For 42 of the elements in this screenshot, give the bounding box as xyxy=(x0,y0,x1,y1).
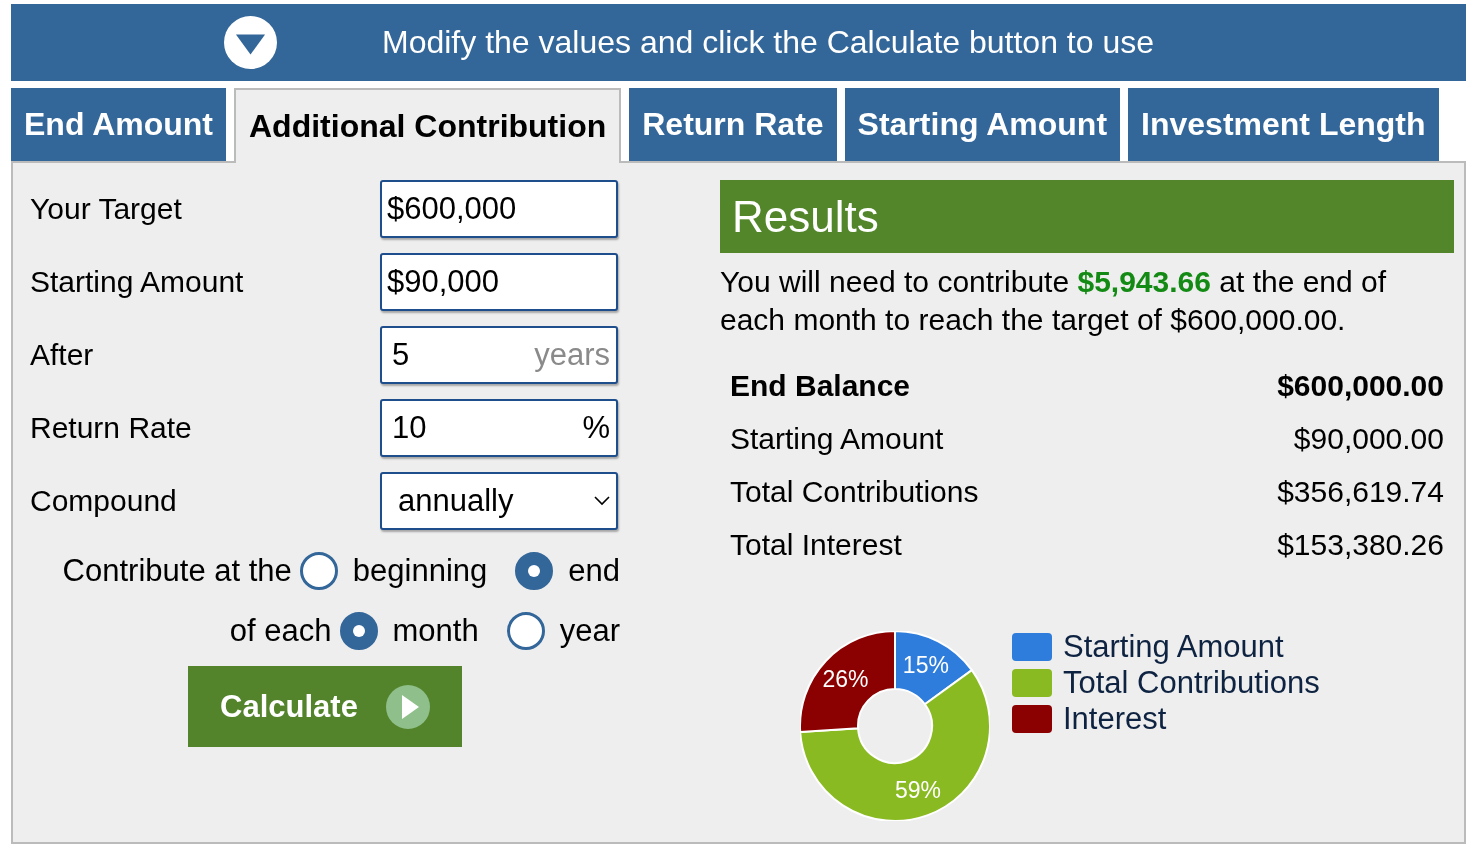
radio-option[interactable]: month xyxy=(339,612,479,650)
tab[interactable]: Starting Amount xyxy=(844,88,1121,161)
radio-option[interactable]: beginning xyxy=(299,552,488,590)
field-label: After xyxy=(30,338,95,372)
radio-option[interactable]: end xyxy=(515,552,620,590)
result-value: $153,380.26 xyxy=(1277,527,1444,562)
dropdown-toggle-icon xyxy=(224,16,277,69)
slice-label: 15% xyxy=(902,652,949,679)
radio-group-label: of each xyxy=(229,613,332,649)
tab[interactable]: Investment Length xyxy=(1128,88,1439,161)
result-value: $600,000.00 xyxy=(1277,368,1444,403)
tab[interactable]: End Amount xyxy=(11,88,226,161)
result-label: Starting Amount xyxy=(730,421,944,456)
slice-label: 26% xyxy=(822,666,869,693)
legend-label: Total Contributions xyxy=(1063,665,1320,701)
result-label: Total Interest xyxy=(730,527,902,562)
tab[interactable]: Additional Contribution xyxy=(234,88,622,163)
field-label: Return Rate xyxy=(30,411,193,445)
result-label: Total Contributions xyxy=(730,474,979,509)
results-summary: You will need to contribute $5,943.66 at the end of each month to reach the target of $600,000.00. xyxy=(720,264,1388,338)
field-label: Your Target xyxy=(30,192,183,226)
tab[interactable]: Return Rate xyxy=(629,88,837,161)
result-value: $90,000.00 xyxy=(1293,421,1444,456)
input-field[interactable]: $600,000 xyxy=(380,180,618,238)
input-field[interactable]: $90,000 xyxy=(380,253,618,311)
results-title: Results xyxy=(720,180,1454,253)
select-field[interactable]: annually xyxy=(380,472,618,530)
legend-label: Interest xyxy=(1063,701,1167,737)
chevron-down-icon xyxy=(594,496,610,506)
input-field[interactable]: 10 % xyxy=(380,399,618,457)
banner-text: Modify the values and click the Calculate button to use xyxy=(382,24,1154,61)
result-label: End Balance xyxy=(730,368,911,403)
field-label: Starting Amount xyxy=(30,265,245,299)
play-icon xyxy=(385,684,430,729)
legend-label: Starting Amount xyxy=(1063,629,1284,665)
radio-option[interactable]: year xyxy=(506,612,620,650)
slice-label: 59% xyxy=(895,777,942,803)
calculate-button[interactable]: Calculate xyxy=(188,666,462,747)
field-label: Compound xyxy=(30,484,178,518)
input-field[interactable]: 5 years xyxy=(380,326,618,384)
radio-group-label: Contribute at the xyxy=(62,553,292,589)
result-value: $356,619.74 xyxy=(1277,474,1444,509)
